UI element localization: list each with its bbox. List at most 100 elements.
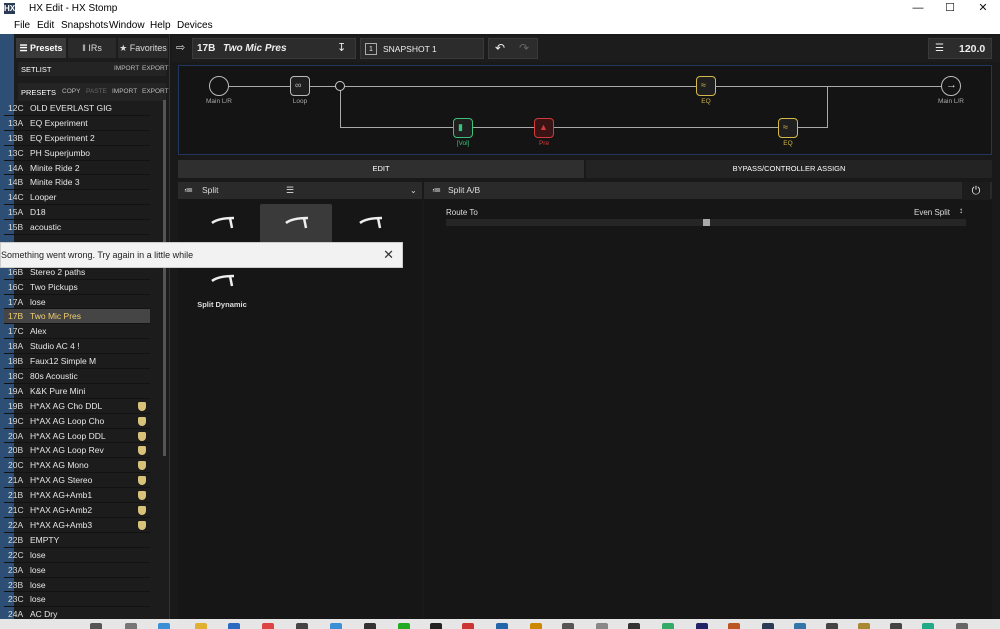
app-icon-7[interactable] [496, 623, 508, 629]
preset-name-box[interactable]: 17B Two Mic Pres ↧ [192, 38, 356, 59]
eq-top-block[interactable]: ≈ [696, 76, 716, 96]
paste-button[interactable]: PASTE [86, 88, 107, 95]
app-icon-19[interactable] [922, 623, 934, 629]
preset-row[interactable]: 18B Faux12 Simple M [4, 354, 150, 370]
preset-row[interactable]: 22B EMPTY [4, 533, 150, 548]
undo-icon[interactable]: ↶ [495, 41, 505, 55]
app-icon-9[interactable] [562, 623, 574, 629]
power-icon[interactable]: ⏻ [962, 182, 990, 200]
stepper-icon[interactable]: ↕ [959, 206, 963, 215]
menu-snapshots[interactable]: Snapshots [61, 20, 108, 31]
app-icon-18[interactable] [890, 623, 902, 629]
preset-row[interactable]: 22C lose [4, 548, 150, 563]
app-icon-2[interactable] [330, 623, 342, 629]
chevron-down-icon[interactable]: ⌄ [410, 182, 417, 199]
setlist-export-button[interactable]: EXPORT [142, 65, 169, 72]
chrome-icon[interactable] [262, 623, 274, 629]
preset-row[interactable]: 13B EQ Experiment 2 [4, 131, 150, 146]
preset-row[interactable]: 14B Minite Ride 3 [4, 175, 150, 191]
volume-block[interactable]: ▮ [453, 118, 473, 138]
search-icon[interactable] [90, 623, 102, 629]
tab-presets[interactable]: ☰ Presets [16, 38, 66, 58]
tab-irs[interactable]: ‖ IRs [68, 38, 116, 58]
presets-import-button[interactable]: IMPORT [112, 88, 137, 95]
preset-row[interactable]: 18C 80s Acoustic [4, 369, 150, 384]
preset-row[interactable]: 14A Minite Ride 2 [4, 161, 150, 176]
preset-row[interactable]: 23C lose [4, 592, 150, 608]
app-icon-1[interactable] [296, 623, 308, 629]
preset-row[interactable]: 13C PH Superjumbo [4, 146, 150, 161]
preset-row[interactable]: 23A lose [4, 563, 150, 578]
app-icon-4[interactable] [398, 623, 410, 629]
preset-row[interactable]: 23B lose [4, 578, 150, 593]
snapshot-selector[interactable]: 1 SNAPSHOT 1 [360, 38, 484, 59]
app-icon-20[interactable] [956, 623, 968, 629]
preset-row[interactable]: 19C H*AX AG Loop Cho [4, 414, 150, 429]
preset-row[interactable]: 18A Studio AC 4 ! [4, 339, 150, 355]
maximize-icon[interactable]: ☐ [933, 0, 967, 17]
preset-row[interactable]: 19A K&K Pure Mini [4, 384, 150, 399]
redo-icon[interactable]: ↷ [519, 41, 529, 55]
task-view-icon[interactable] [125, 623, 137, 629]
close-icon[interactable]: ✕ [383, 247, 394, 263]
app-icon-8[interactable] [530, 623, 542, 629]
app-icon-11[interactable] [628, 623, 640, 629]
app-icon-10[interactable] [596, 623, 608, 629]
preset-row[interactable]: 19B H*AX AG Cho DDL [4, 399, 150, 414]
route-to-slider[interactable] [446, 219, 966, 226]
tab-favorites[interactable]: ★ Favorites [118, 38, 168, 58]
app-icon-15[interactable] [794, 623, 806, 629]
tempo-box[interactable]: ☰ 120.0 [928, 38, 992, 59]
split-point-icon[interactable] [335, 81, 345, 91]
menu-file[interactable]: File [14, 20, 30, 31]
sidebar-toggle-icon[interactable]: ⇨ [176, 41, 185, 54]
list-view-icon[interactable]: ☰ [286, 182, 294, 199]
eq-bottom-block[interactable]: ≈ [778, 118, 798, 138]
preset-row[interactable]: 15A D18 [4, 205, 150, 221]
menu-window[interactable]: Window [109, 20, 145, 31]
app-icon-16[interactable] [826, 623, 838, 629]
app-icon-6[interactable] [462, 623, 474, 629]
app-icon-5[interactable] [430, 623, 442, 629]
output-icon[interactable]: → [941, 76, 961, 96]
preset-row[interactable]: 15B acoustic [4, 220, 150, 236]
presets-export-button[interactable]: EXPORT [142, 88, 169, 95]
setlist-import-button[interactable]: IMPORT [114, 65, 139, 72]
input-icon[interactable] [209, 76, 229, 96]
preset-row[interactable]: 20A H*AX AG Loop DDL [4, 429, 150, 444]
tab-bypass-controller[interactable]: BYPASS/CONTROLLER ASSIGN [586, 160, 992, 178]
menu-help[interactable]: Help [150, 20, 171, 31]
preset-row[interactable]: 17A lose [4, 295, 150, 310]
preset-row[interactable]: 20B H*AX AG Loop Rev [4, 443, 150, 459]
preset-row[interactable]: 21A H*AX AG Stereo [4, 473, 150, 489]
copy-button[interactable]: COPY [62, 88, 80, 95]
preamp-block[interactable]: ▲ [534, 118, 554, 138]
store-icon[interactable] [228, 623, 240, 629]
preset-row[interactable]: 16C Two Pickups [4, 280, 150, 295]
slider-thumb[interactable] [703, 219, 710, 226]
preset-row[interactable]: 21B H*AX AG+Amb1 [4, 488, 150, 504]
preset-row[interactable]: 20C H*AX AG Mono [4, 458, 150, 474]
preset-row[interactable]: 12C OLD EVERLAST GIG [4, 101, 150, 116]
preset-row[interactable]: 13A EQ Experiment [4, 116, 150, 131]
menu-devices[interactable]: Devices [177, 20, 213, 31]
edge-icon[interactable] [158, 623, 170, 629]
app-icon-14[interactable] [728, 623, 740, 629]
minimize-icon[interactable]: — [901, 0, 935, 17]
menu-edit[interactable]: Edit [37, 20, 54, 31]
app-icon-13[interactable] [696, 623, 708, 629]
tab-edit[interactable]: EDIT [178, 160, 584, 178]
loop-block[interactable]: ∞ [290, 76, 310, 96]
preset-row[interactable]: 17C Alex [4, 324, 150, 340]
split-option-dynamic[interactable]: Split Dynamic [186, 262, 258, 312]
preset-row[interactable]: 14C Looper [4, 190, 150, 206]
app-icon-3[interactable] [364, 623, 376, 629]
preset-row[interactable]: 21C H*AX AG+Amb2 [4, 503, 150, 518]
preset-list-scrollbar[interactable] [163, 100, 166, 456]
save-icon[interactable]: ↧ [337, 41, 346, 54]
hx-edit-taskbar-icon[interactable] [762, 623, 774, 629]
folder-icon[interactable] [195, 623, 207, 629]
app-icon-17[interactable] [858, 623, 870, 629]
close-icon[interactable]: ✕ [966, 0, 1000, 17]
app-icon-12[interactable] [662, 623, 674, 629]
